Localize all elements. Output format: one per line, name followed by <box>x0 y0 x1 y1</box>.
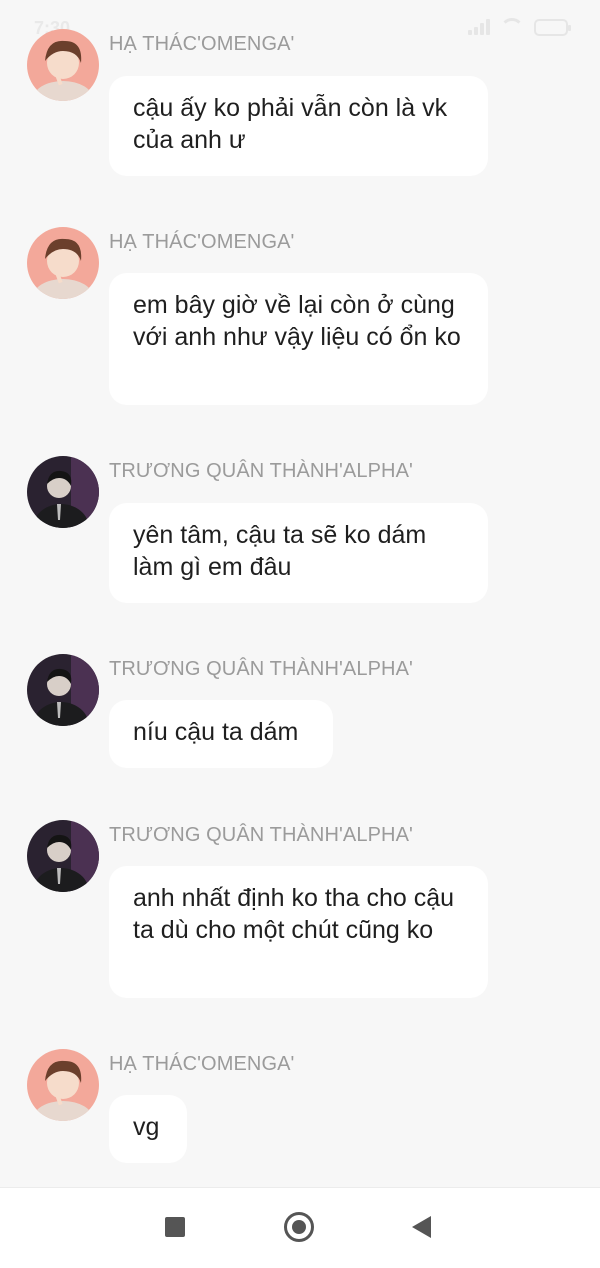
sender-name: HẠ THÁC'OMENGA' <box>109 231 295 253</box>
message-bubble[interactable]: yên tâm, cậu ta sẽ ko dám làm gì em đâu <box>109 503 488 603</box>
message-bubble[interactable]: níu cậu ta dám <box>109 700 333 768</box>
sender-name: TRƯƠNG QUÂN THÀNH'ALPHA' <box>109 658 413 680</box>
omega-avatar[interactable] <box>27 227 99 299</box>
status-icons <box>468 18 571 36</box>
home-button[interactable] <box>284 1212 314 1242</box>
alpha-avatar[interactable] <box>27 820 99 892</box>
alpha-avatar[interactable] <box>27 654 99 726</box>
message-bubble[interactable]: vg <box>109 1095 187 1163</box>
back-button[interactable] <box>412 1216 431 1238</box>
battery-icon <box>534 18 571 36</box>
recent-apps-button[interactable] <box>165 1217 185 1237</box>
omega-avatar[interactable] <box>27 29 99 101</box>
sender-name: TRƯƠNG QUÂN THÀNH'ALPHA' <box>109 460 413 482</box>
alpha-avatar[interactable] <box>27 456 99 528</box>
message-bubble[interactable]: cậu ấy ko phải vẫn còn là vk của anh ư <box>109 76 488 176</box>
sender-name: HẠ THÁC'OMENGA' <box>109 33 295 55</box>
signal-icon <box>468 19 490 35</box>
message-bubble[interactable]: anh nhất định ko tha cho cậu ta dù cho m… <box>109 866 488 998</box>
wifi-icon <box>500 18 524 36</box>
sender-name: HẠ THÁC'OMENGA' <box>109 1053 295 1075</box>
sender-name: TRƯƠNG QUÂN THÀNH'ALPHA' <box>109 824 413 846</box>
message-bubble[interactable]: em bây giờ về lại còn ở cùng với anh như… <box>109 273 488 405</box>
omega-avatar[interactable] <box>27 1049 99 1121</box>
navigation-bar <box>0 1187 600 1268</box>
